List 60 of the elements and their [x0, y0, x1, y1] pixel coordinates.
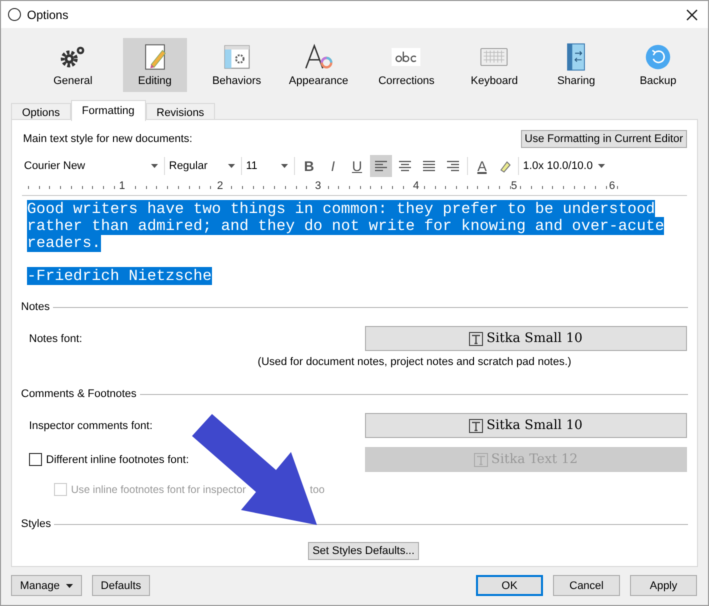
- toolbar-button[interactable]: General: [41, 38, 105, 92]
- footer-button[interactable]: OK: [476, 575, 543, 596]
- checkbox-label: too: [310, 484, 325, 496]
- style-dropdown[interactable]: Regular: [167, 160, 239, 172]
- align-right-icon: [446, 160, 460, 172]
- footer-button[interactable]: Defaults: [92, 575, 150, 596]
- caret-icon: [228, 164, 235, 168]
- ruler-number: 3: [315, 180, 322, 192]
- underline-button[interactable]: U: [346, 155, 368, 177]
- footer-button[interactable]: Cancel: [553, 575, 620, 596]
- font-icon: [469, 332, 484, 346]
- toolbar-button[interactable]: Corrections: [374, 38, 438, 92]
- caption-text: (Used for document notes, project notes and scratch pad notes.): [256, 355, 572, 370]
- caret-icon: [281, 164, 288, 168]
- caret-icon: [66, 584, 73, 588]
- caret-icon: [151, 164, 158, 168]
- checkbox[interactable]: [29, 453, 42, 466]
- section-heading: Styles: [21, 518, 51, 530]
- line-spacing-dropdown[interactable]: 1.0x 10.0/10.0: [521, 160, 609, 172]
- align-center-icon: [398, 160, 412, 172]
- align-button[interactable]: [370, 155, 392, 177]
- ruler-number: 5: [511, 180, 518, 192]
- toolbar-button[interactable]: Behaviors: [204, 38, 269, 92]
- app-icon: [8, 8, 21, 21]
- footer-button[interactable]: Apply: [630, 575, 697, 596]
- font-button[interactable]: Sitka Small 10: [365, 413, 687, 438]
- tab[interactable]: Formatting: [70, 100, 146, 121]
- toolbar-button[interactable]: Editing: [122, 38, 187, 92]
- ruler-number: 4: [413, 180, 420, 192]
- section-label: Main text style for new documents:: [23, 133, 192, 145]
- footer-button[interactable]: Manage: [11, 575, 82, 596]
- ruler-number: 6: [609, 180, 616, 192]
- checkbox-label: Use inline footnotes font for inspector: [71, 484, 246, 496]
- ruler-number: 1: [119, 180, 126, 192]
- text-color-button[interactable]: A: [471, 155, 493, 177]
- toolbar-button[interactable]: Appearance: [286, 38, 350, 92]
- use-formatting-button[interactable]: Use Formatting in Current Editor: [520, 130, 687, 148]
- toolbar-button[interactable]: Backup: [626, 38, 690, 92]
- font-dropdown[interactable]: Courier New: [22, 160, 162, 172]
- toolbar-button[interactable]: Sharing: [544, 38, 608, 92]
- window-title: Options: [27, 8, 70, 22]
- bold-button[interactable]: B: [298, 155, 320, 177]
- checkbox-label: Different inline footnotes font:: [46, 454, 189, 466]
- size-dropdown[interactable]: 11: [244, 160, 292, 172]
- set-styles-button[interactable]: Set Styles Defaults...: [308, 542, 419, 560]
- align-justify-icon: [422, 160, 436, 172]
- highlighter-icon[interactable]: [498, 159, 512, 173]
- close-icon[interactable]: [686, 8, 698, 20]
- field-label: Inspector comments font:: [29, 420, 152, 432]
- font-icon: [469, 418, 484, 432]
- italic-button[interactable]: I: [322, 155, 344, 177]
- caret-icon: [598, 164, 605, 168]
- font-button[interactable]: Sitka Small 10: [365, 326, 687, 351]
- ruler-number: 2: [217, 180, 224, 192]
- font-icon: [474, 452, 488, 466]
- field-label: Notes font:: [29, 332, 82, 344]
- section-heading: Notes: [21, 301, 50, 313]
- section-heading: Comments & Footnotes: [21, 388, 137, 400]
- toolbar-button[interactable]: Keyboard: [462, 38, 526, 92]
- align-left-icon: [374, 160, 388, 172]
